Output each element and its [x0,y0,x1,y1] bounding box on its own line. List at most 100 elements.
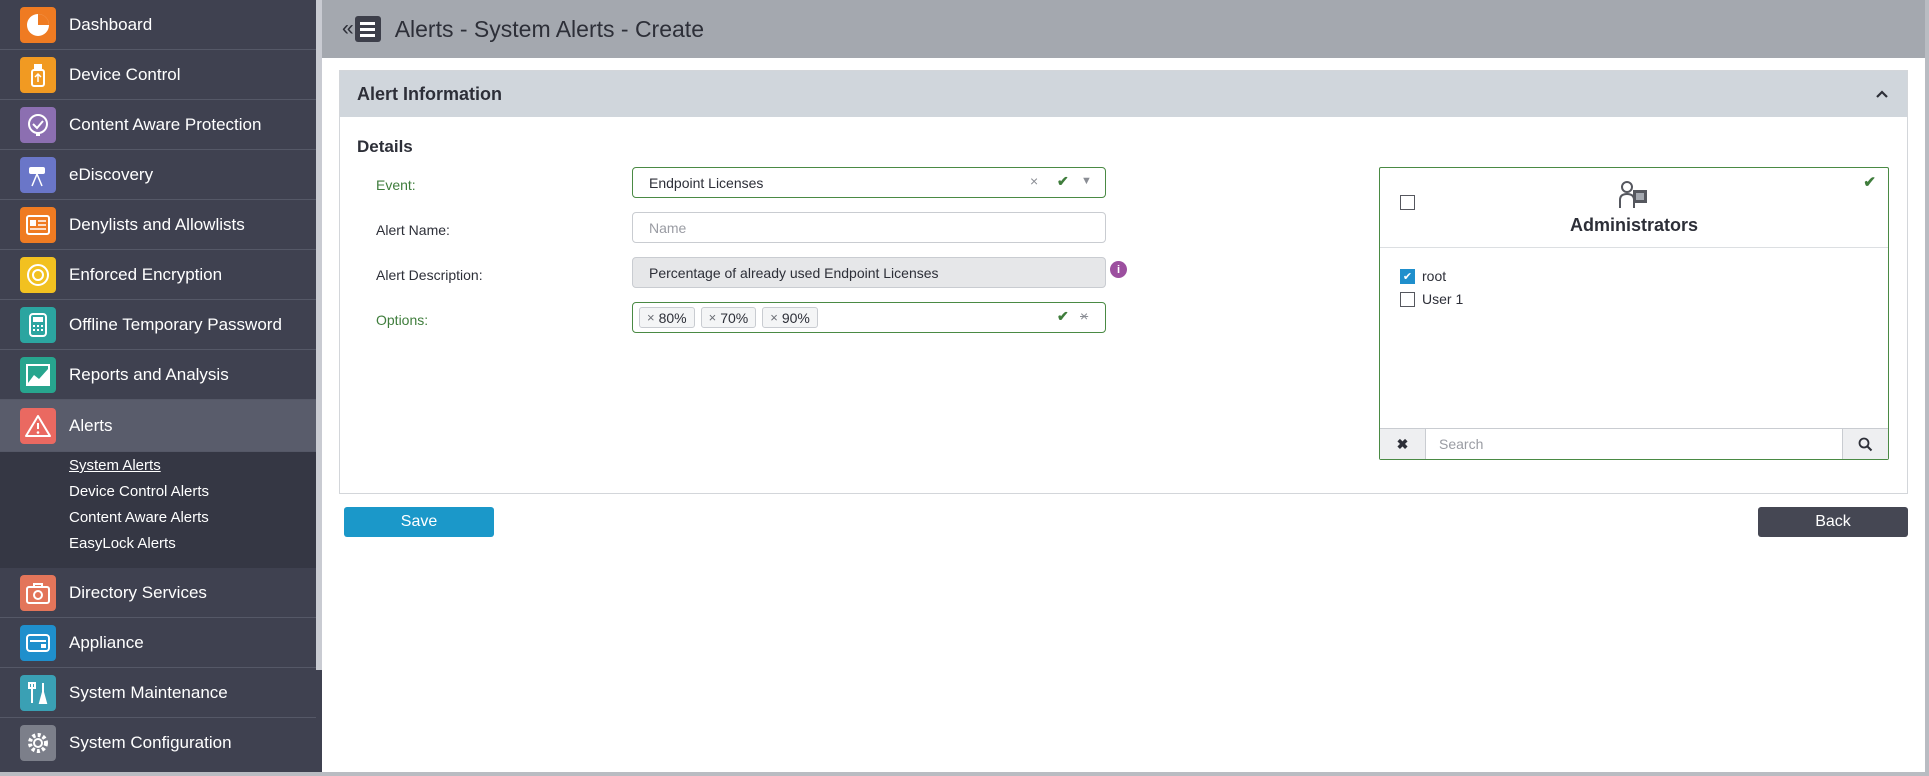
page-title: Alerts - System Alerts - Create [394,15,704,42]
event-label: Event: [376,177,416,193]
appliance-icon [20,624,56,661]
sidebar-item-label: Alerts [69,415,113,435]
sidebar-item-label: Directory Services [69,582,207,602]
administrators-title: Administrators [1569,215,1699,235]
sidebar-item-label: Enforced Encryption [69,264,223,284]
submenu-easylock-alerts[interactable]: EasyLock Alerts [69,535,176,552]
option-tag-label: 80% [658,309,687,326]
admin-name: root [1422,268,1447,284]
check-icon: ✔ [1863,174,1876,191]
remove-tag-icon[interactable]: × [647,310,655,325]
remove-tag-icon[interactable]: × [709,310,717,325]
encryption-icon [20,256,56,293]
alert-name-input[interactable] [632,212,1106,243]
alerts-submenu: System Alerts Device Control Alerts Cont… [0,452,316,568]
chevron-up-icon[interactable] [1875,86,1889,102]
sidebar-item-label: Device Control [69,64,181,84]
alert-description-value: Percentage of already used Endpoint Lice… [649,264,939,281]
sidebar: Dashboard Device Control Content Aware P… [0,0,322,772]
remove-tag-icon[interactable]: × [770,310,778,325]
clear-options-icon[interactable]: × [1080,308,1088,324]
option-tag-label: 90% [781,309,810,326]
collapse-sidebar-icon[interactable]: « [342,17,354,41]
alert-description-label: Alert Description: [376,267,483,283]
sidebar-item-dashboard[interactable]: Dashboard [0,0,316,50]
option-tag-label: 70% [720,309,749,326]
admin-list-item[interactable]: ✔ root [1400,268,1446,284]
sidebar-item-offline-temporary-password[interactable]: Offline Temporary Password [0,300,316,350]
admin-search-input[interactable] [1426,429,1842,459]
chevron-down-icon[interactable]: ▼ [1081,175,1092,187]
app: Dashboard Device Control Content Aware P… [0,0,1929,776]
administrator-icon [1619,181,1647,208]
sidebar-item-label: Content Aware Protection [69,114,262,134]
sidebar-item-label: eDiscovery [69,164,154,184]
submenu-content-aware-alerts[interactable]: Content Aware Alerts [69,509,209,526]
usb-icon [20,56,56,93]
admin-name: User 1 [1422,291,1464,307]
option-tag: × 70% [700,307,757,328]
details-heading: Details [357,137,413,156]
options-multiselect[interactable]: × 80% × 70% × 90% [632,302,1106,333]
clear-search-icon[interactable]: ✖ [1380,429,1426,459]
menu-icon[interactable] [354,16,381,42]
options-label: Options: [376,312,429,328]
alert-description-field: Percentage of already used Endpoint Lice… [632,257,1106,288]
sidebar-item-label: System Configuration [69,733,232,752]
sidebar-item-content-aware-protection[interactable]: Content Aware Protection [0,100,316,150]
submenu-device-control-alerts[interactable]: Device Control Alerts [69,483,209,500]
info-icon[interactable]: i [1110,261,1127,278]
sidebar-item-label: Appliance [69,632,144,652]
save-button[interactable]: Save [344,507,494,537]
check-icon: ✔ [1057,308,1069,324]
list-icon [20,206,56,243]
sidebar-item-system-configuration[interactable]: System Configuration [0,718,316,768]
window-edge [1925,0,1929,776]
admin-list-item[interactable]: User 1 [1400,291,1463,307]
submenu-system-alerts[interactable]: System Alerts [69,457,161,474]
sidebar-item-appliance[interactable]: Appliance [0,618,316,668]
option-tag: × 80% [639,307,695,328]
sidebar-item-reports-and-analysis[interactable]: Reports and Analysis [0,350,316,400]
sidebar-item-device-control[interactable]: Device Control [0,50,316,100]
admin-checkbox-root[interactable]: ✔ [1400,268,1415,284]
clear-event-icon[interactable]: × [1030,173,1038,189]
alert-information-panel: Alert Information Details Event: Endpoin… [339,70,1908,494]
search-icon[interactable] [1842,429,1888,459]
sidebar-item-ediscovery[interactable]: eDiscovery [0,150,316,200]
sidebar-item-alerts[interactable]: Alerts [0,400,316,452]
event-value: Endpoint Licenses [649,174,764,191]
admin-search-bar: ✖ [1380,428,1888,459]
reports-icon [20,356,56,393]
admin-checkbox-user-1[interactable] [1400,291,1415,307]
sidebar-item-label: System Maintenance [69,682,228,702]
directory-icon [20,574,56,611]
sidebar-item-directory-services[interactable]: Directory Services [0,568,316,618]
content-protection-icon [20,106,56,143]
sidebar-item-system-maintenance[interactable]: System Maintenance [0,668,316,718]
alert-icon [20,407,56,444]
sidebar-item-label: Reports and Analysis [69,364,229,384]
sidebar-item-denylists[interactable]: Denylists and Allowlists [0,200,316,250]
administrators-box: ✔ Administrators ✔ root User 1 ✖ [1379,167,1889,460]
telescope-icon [20,156,56,193]
sidebar-item-label: Dashboard [69,14,153,34]
back-button[interactable]: Back [1758,507,1908,537]
sidebar-item-label: Offline Temporary Password [69,314,282,334]
window-edge [0,772,1929,776]
dashboard-icon [20,6,56,43]
page-header: « Alerts - System Alerts - Create [322,0,1925,58]
tools-icon [20,674,56,711]
password-icon [20,306,56,343]
sidebar-item-label: Denylists and Allowlists [69,214,245,234]
panel-header[interactable]: Alert Information [340,71,1907,117]
check-icon: ✔ [1057,173,1069,189]
select-all-checkbox[interactable] [1400,195,1415,210]
alert-name-label: Alert Name: [376,222,450,238]
option-tag: × 90% [762,307,818,328]
gear-icon [20,725,56,761]
administrators-header: ✔ Administrators [1380,168,1888,248]
sidebar-scrollbar[interactable] [316,0,322,670]
panel-title: Alert Information [357,83,503,104]
sidebar-item-enforced-encryption[interactable]: Enforced Encryption [0,250,316,300]
